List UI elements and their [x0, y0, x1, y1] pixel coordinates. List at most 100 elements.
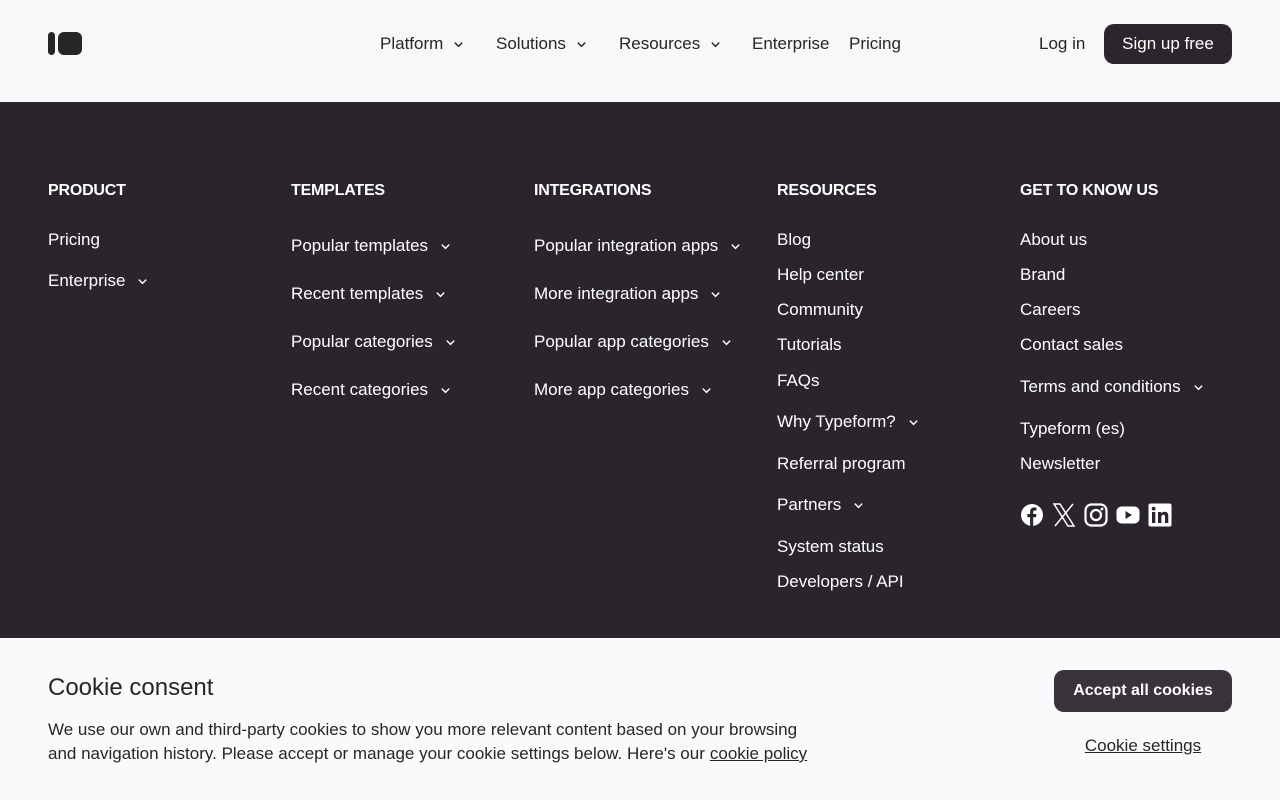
footer-link-label: Brand: [1020, 265, 1066, 284]
instagram-icon[interactable]: [1084, 503, 1108, 527]
chevron-down-icon: [854, 502, 863, 508]
signup-button[interactable]: Sign up free: [1104, 24, 1232, 64]
footer-link-label: More integration apps: [534, 284, 699, 303]
footer-link-careers[interactable]: Careers: [1020, 299, 1080, 321]
chevron-down-icon: [702, 387, 711, 393]
youtube-icon[interactable]: [1116, 503, 1140, 527]
social-links: [1020, 503, 1172, 527]
cookie-settings-button[interactable]: Cookie settings: [1054, 736, 1232, 760]
nav-platform[interactable]: Platform: [380, 32, 464, 56]
footer-link-terms-and-conditions[interactable]: Terms and conditions: [1020, 376, 1204, 398]
footer-column-get-to-know-us: GET TO KNOW US About us Brand Careers Co…: [1020, 181, 1203, 473]
footer-link-partners[interactable]: Partners: [777, 494, 864, 516]
footer-link-more-integration-apps[interactable]: More integration apps: [534, 283, 721, 305]
footer-link-label: Popular categories: [291, 332, 433, 351]
footer-column-templates: TEMPLATES Popular templates Recent templ…: [291, 181, 455, 399]
footer-link-typeform-es[interactable]: Typeform (es): [1020, 418, 1125, 440]
nav-solutions[interactable]: Solutions: [496, 32, 587, 56]
footer-link-label: Careers: [1020, 300, 1081, 319]
linkedin-icon[interactable]: [1148, 503, 1172, 527]
footer-column-product: PRODUCT Pricing Enterprise: [48, 181, 148, 290]
logo-bar: [48, 32, 55, 55]
chevron-down-icon: [454, 41, 463, 47]
nav-platform-label: Platform: [380, 34, 444, 53]
cookie-consent-title: Cookie consent: [48, 674, 214, 701]
footer-link-referral-program[interactable]: Referral program: [777, 453, 906, 475]
nav-enterprise-label: Enterprise: [752, 34, 830, 53]
footer-column-resources: RESOURCES Blog Help center Community Tut…: [777, 181, 918, 591]
site-footer: PRODUCT Pricing Enterprise TEMPLATES Pop…: [0, 102, 1280, 638]
chevron-down-icon: [711, 41, 720, 47]
footer-link-label: Referral program: [777, 454, 906, 473]
facebook-icon[interactable]: [1020, 503, 1044, 527]
footer-link-label: Popular app categories: [534, 332, 709, 351]
footer-link-newsletter[interactable]: Newsletter: [1020, 453, 1100, 475]
footer-link-system-status[interactable]: System status: [777, 536, 884, 558]
logo-blob: [58, 32, 82, 55]
x-icon[interactable]: [1052, 503, 1076, 527]
footer-link-help-center[interactable]: Help center: [777, 264, 864, 286]
nav-pricing-label: Pricing: [849, 34, 901, 53]
nav-enterprise[interactable]: Enterprise: [752, 32, 829, 56]
footer-link-label: Popular integration apps: [534, 236, 719, 255]
chevron-down-icon: [722, 339, 731, 345]
footer-link-more-app-categories[interactable]: More app categories: [534, 379, 712, 401]
chevron-down-icon: [446, 339, 455, 345]
footer-link-label: Recent categories: [291, 380, 429, 399]
footer-link-label: Contact sales: [1020, 335, 1123, 354]
chevron-down-icon: [731, 243, 740, 249]
footer-link-label: System status: [777, 537, 884, 556]
nav-pricing[interactable]: Pricing: [849, 32, 901, 56]
chevron-down-icon: [711, 291, 721, 297]
chevron-down-icon: [138, 278, 148, 284]
footer-link-contact-sales[interactable]: Contact sales: [1020, 334, 1123, 356]
cookie-consent-banner: Cookie consent We use our own and third-…: [0, 638, 1280, 800]
footer-link-label: Popular templates: [291, 236, 429, 255]
footer-link-label: Why Typeform?: [777, 412, 896, 431]
nav-solutions-label: Solutions: [496, 34, 566, 53]
footer-column-integrations: INTEGRATIONS Popular integration apps Mo…: [534, 181, 740, 399]
nav-resources[interactable]: Resources: [619, 32, 721, 56]
footer-link-label: More app categories: [534, 380, 689, 399]
footer-link-faqs[interactable]: FAQs: [777, 370, 820, 392]
footer-link-popular-app-categories[interactable]: Popular app categories: [534, 331, 732, 353]
footer-link-developers-api[interactable]: Developers / API: [777, 571, 904, 593]
footer-link-community[interactable]: Community: [777, 299, 863, 321]
site-header: Platform Solutions Resources Enterprise …: [0, 0, 1280, 102]
login-link[interactable]: Log in: [1039, 32, 1085, 56]
chevron-down-icon: [441, 387, 450, 393]
cookie-consent-text: We use our own and third-party cookies t…: [48, 718, 828, 766]
footer-link-why-typeform[interactable]: Why Typeform?: [777, 411, 919, 433]
footer-link-pricing[interactable]: Pricing: [48, 229, 100, 251]
nav-resources-label: Resources: [619, 34, 701, 53]
footer-link-recent-categories[interactable]: Recent categories: [291, 379, 451, 401]
accept-all-cookies-button[interactable]: Accept all cookies: [1054, 670, 1232, 712]
footer-column-title: INTEGRATIONS: [534, 182, 652, 199]
footer-link-popular-integration-apps[interactable]: Popular integration apps: [534, 235, 741, 257]
footer-link-label: Partners: [777, 495, 842, 514]
cookie-policy-link[interactable]: cookie policy: [710, 744, 807, 763]
footer-link-brand[interactable]: Brand: [1020, 264, 1065, 286]
footer-link-label: Help center: [777, 265, 864, 284]
chevron-down-icon: [1193, 384, 1203, 390]
footer-link-popular-categories[interactable]: Popular categories: [291, 331, 456, 353]
footer-link-recent-templates[interactable]: Recent templates: [291, 283, 446, 305]
footer-link-label: Typeform (es): [1020, 419, 1125, 438]
footer-link-label: Enterprise: [48, 271, 126, 290]
footer-link-label: About us: [1020, 230, 1088, 249]
footer-link-blog[interactable]: Blog: [777, 229, 811, 251]
footer-link-enterprise[interactable]: Enterprise: [48, 270, 148, 292]
footer-link-label: FAQs: [777, 371, 820, 390]
cookie-consent-body: We use our own and third-party cookies t…: [48, 720, 798, 763]
footer-link-label: Blog: [777, 230, 812, 249]
footer-column-title: RESOURCES: [777, 182, 877, 199]
footer-link-about-us[interactable]: About us: [1020, 229, 1087, 251]
footer-link-label: Newsletter: [1020, 454, 1101, 473]
chevron-down-icon: [909, 419, 918, 425]
chevron-down-icon: [441, 243, 450, 249]
footer-column-title: TEMPLATES: [291, 182, 385, 199]
typeform-logo[interactable]: [48, 32, 82, 55]
footer-link-tutorials[interactable]: Tutorials: [777, 334, 842, 356]
chevron-down-icon: [577, 41, 586, 47]
footer-link-popular-templates[interactable]: Popular templates: [291, 235, 451, 257]
